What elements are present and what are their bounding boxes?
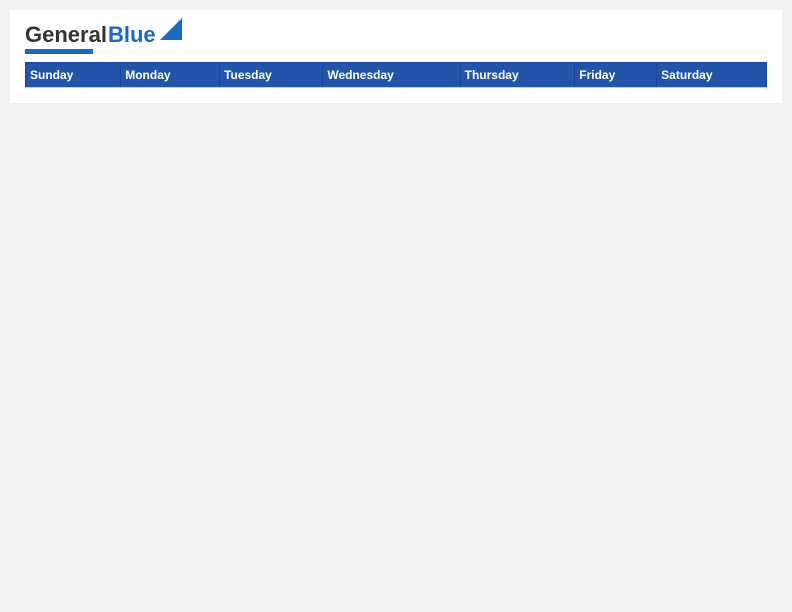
logo-bar — [25, 49, 93, 54]
calendar-page: General Blue Sunday Monday Tuesday Wedne… — [10, 10, 782, 103]
weekday-header-row: Sunday Monday Tuesday Wednesday Thursday… — [26, 63, 767, 88]
header-monday: Monday — [121, 63, 220, 88]
header-tuesday: Tuesday — [220, 63, 323, 88]
logo-blue: Blue — [108, 24, 156, 46]
calendar-table: Sunday Monday Tuesday Wednesday Thursday… — [25, 62, 767, 88]
logo-triangle-icon — [160, 18, 182, 40]
header-thursday: Thursday — [460, 63, 575, 88]
header-wednesday: Wednesday — [323, 63, 460, 88]
header-saturday: Saturday — [657, 63, 767, 88]
header: General Blue — [25, 20, 767, 54]
header-sunday: Sunday — [26, 63, 121, 88]
header-friday: Friday — [575, 63, 657, 88]
logo-general: General — [25, 24, 107, 46]
logo: General Blue — [25, 20, 182, 54]
